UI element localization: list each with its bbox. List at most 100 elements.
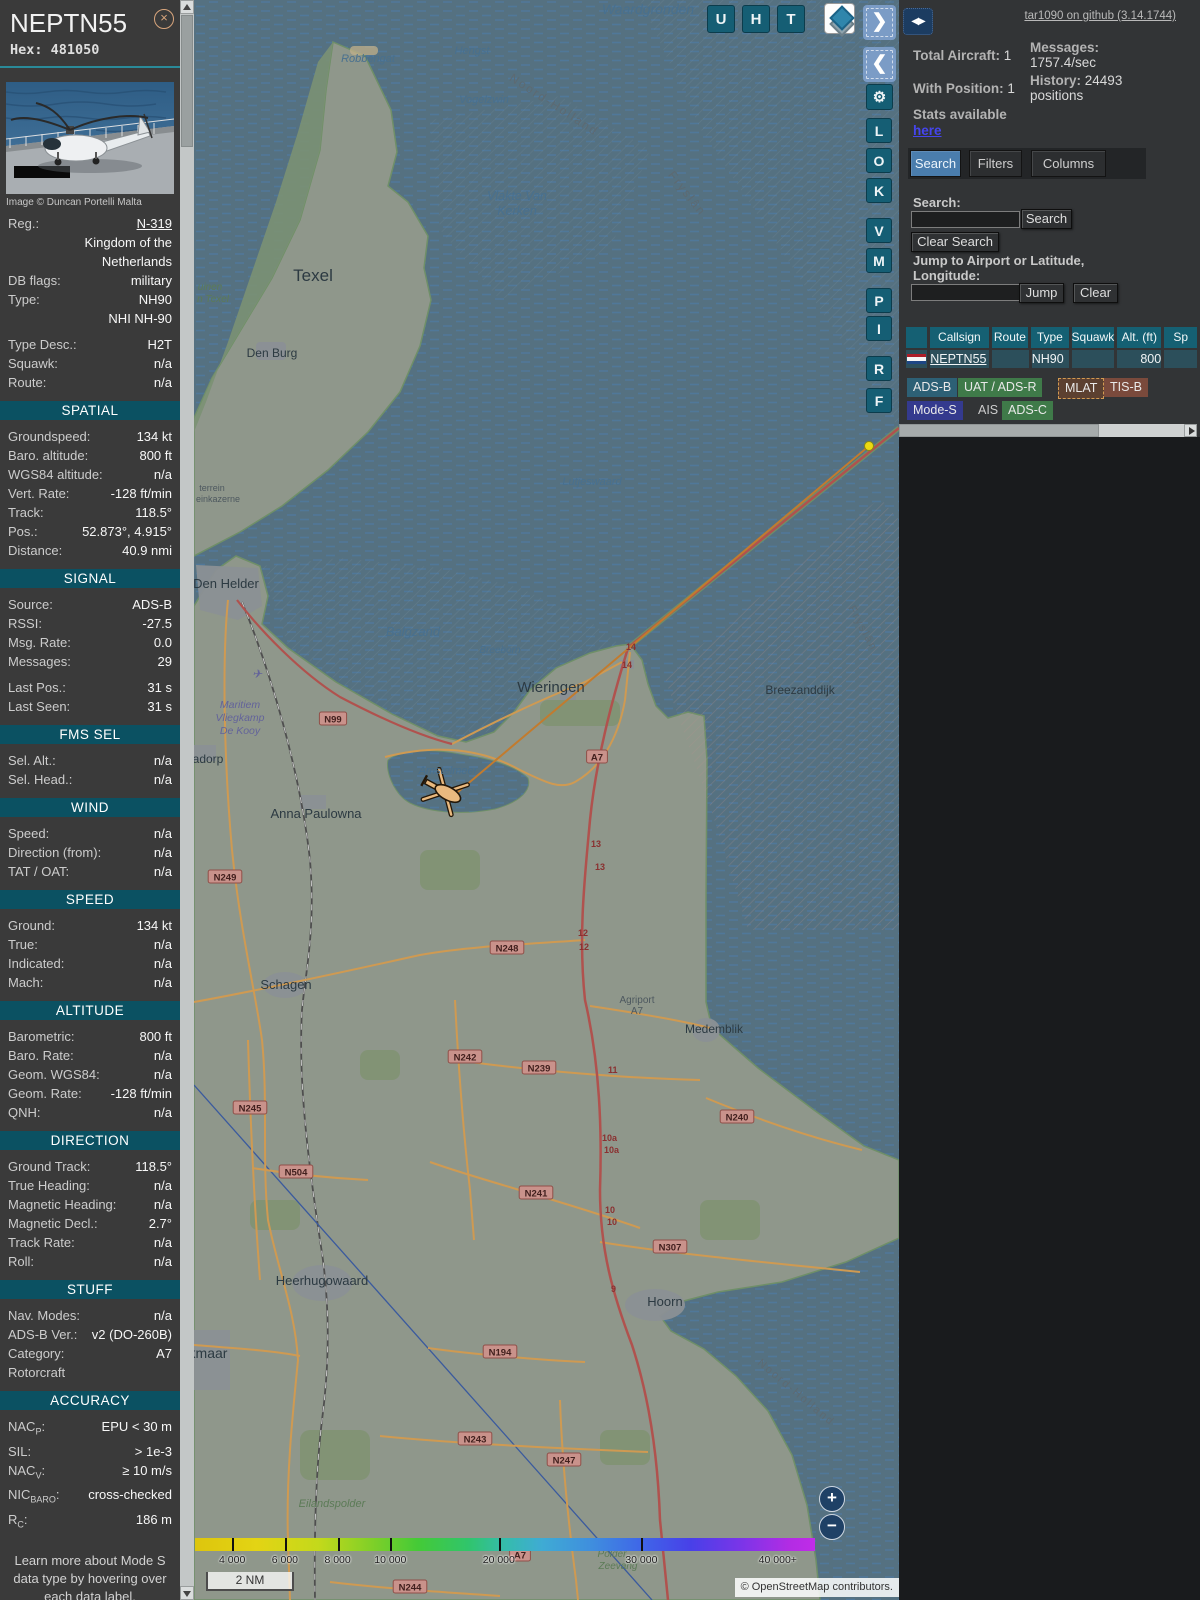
stats-here-link[interactable]: here <box>913 123 942 138</box>
info-label: DB flags: <box>8 271 61 290</box>
tab-columns[interactable]: Columns <box>1031 150 1106 177</box>
data-value: cross-checked <box>66 1485 172 1510</box>
column-header-Type[interactable]: Type <box>1031 327 1068 348</box>
data-value: n/a <box>96 1176 172 1195</box>
info-value: n/a <box>52 373 172 392</box>
map-label: Agriport <box>619 995 654 1006</box>
data-label: Sel. Alt.: <box>8 751 56 770</box>
scrollbar-thumb[interactable] <box>181 15 193 147</box>
search-input[interactable] <box>911 211 1020 228</box>
panel-horizontal-scrollbar[interactable] <box>899 424 1197 437</box>
osm-attribution[interactable]: © OpenStreetMap contributors. <box>735 1578 899 1597</box>
hotkey-button-p[interactable]: P <box>866 288 892 313</box>
hotkey-button-f[interactable]: F <box>866 388 892 413</box>
map-label: Schagen <box>260 977 311 992</box>
data-row: Direction (from):n/a <box>0 843 180 862</box>
total-aircraft-label: Total Aircraft: <box>913 48 1000 63</box>
data-value: n/a <box>44 935 172 954</box>
source-badge-tisb[interactable]: TIS-B <box>1104 378 1148 397</box>
road-badge-n240: N240 <box>726 1113 749 1124</box>
total-aircraft-stat: Total Aircraft: 1 <box>913 48 1011 63</box>
stats-available-label: Stats available <box>913 107 1007 122</box>
jump-button[interactable]: Jump <box>1019 283 1064 303</box>
data-row: Rotorcraft <box>0 1363 180 1382</box>
next-aircraft-button[interactable]: ❯ <box>863 5 896 40</box>
jump-clear-button[interactable]: Clear <box>1073 283 1118 303</box>
hotkey-button-l[interactable]: L <box>866 118 892 143</box>
source-badge-adsc[interactable]: ADS-C <box>1002 401 1053 420</box>
table-row[interactable]: NEPTN55NH90800 <box>906 350 1200 368</box>
sidebar-scrollbar[interactable] <box>180 0 194 1600</box>
road-badge-n243: N243 <box>464 1435 487 1446</box>
data-label: NICBARO: <box>8 1485 60 1510</box>
clear-search-button[interactable]: Clear Search <box>911 232 999 252</box>
data-value: n/a <box>55 824 172 843</box>
hotkey-button-i[interactable]: I <box>866 316 892 341</box>
data-row: NACP:EPU < 30 m <box>0 1417 180 1442</box>
column-header-Squawk[interactable]: Squawk <box>1072 327 1115 348</box>
hotkey-button-m[interactable]: M <box>866 248 892 273</box>
aircraft-photo[interactable] <box>6 82 174 194</box>
callsign-link[interactable]: NEPTN55 <box>930 352 986 366</box>
messages-label: Messages: <box>1030 40 1099 55</box>
data-value: 186 m <box>34 1510 172 1535</box>
column-header-Route[interactable]: Route <box>992 327 1028 348</box>
motorway-exit-label: 10a <box>604 1145 620 1155</box>
panel-collapse-button[interactable]: ◀▶ <box>903 8 933 35</box>
source-badge-mlat[interactable]: MLAT <box>1058 378 1104 399</box>
zoom-in-button[interactable]: + <box>819 1486 845 1512</box>
data-row: Mach:n/a <box>0 973 180 992</box>
data-label: Vert. Rate: <box>8 484 69 503</box>
column-header-flag[interactable] <box>906 327 927 348</box>
road-badge-a7: A7 <box>514 1551 526 1562</box>
previous-aircraft-button[interactable]: ❮ <box>863 47 896 82</box>
hotkey-button-r[interactable]: R <box>866 356 892 381</box>
column-header-Sp[interactable]: Sp <box>1164 327 1197 348</box>
settings-gear-button[interactable]: ⚙ <box>866 84 893 110</box>
github-version-link[interactable]: tar1090 on github (3.14.1744) <box>1024 10 1176 22</box>
hscroll-thumb[interactable] <box>899 424 1099 437</box>
panel-tabs: Search Filters Columns <box>908 148 1146 179</box>
hotkey-button-t[interactable]: T <box>777 5 805 33</box>
tab-filters[interactable]: Filters <box>969 150 1022 177</box>
registration-link[interactable]: N-319 <box>45 214 172 233</box>
data-label: Baro. altitude: <box>8 446 88 465</box>
data-value: n/a <box>109 465 172 484</box>
map-label: terrein <box>199 483 225 493</box>
tab-search[interactable]: Search <box>910 150 961 177</box>
column-header-Callsign[interactable]: Callsign <box>930 327 989 348</box>
data-value: 52.873°, 4.915° <box>44 522 172 541</box>
data-label: Nav. Modes: <box>8 1306 80 1325</box>
map-canvas[interactable]: N99A7N249N248N242N239N245N240N504N241N30… <box>194 0 899 1600</box>
close-icon[interactable]: × <box>154 9 174 29</box>
legend-tick <box>390 1538 392 1551</box>
column-header-Alt. (ft)[interactable]: Alt. (ft) <box>1117 327 1161 348</box>
data-row: Barometric:800 ft <box>0 1027 180 1046</box>
source-badge-uatadsr[interactable]: UAT / ADS-R <box>958 378 1042 397</box>
source-badge-ais[interactable]: AIS <box>972 401 1004 420</box>
layers-button[interactable] <box>824 3 855 34</box>
scroll-up-button[interactable] <box>180 0 194 14</box>
info-value: n/a <box>64 354 172 373</box>
zoom-out-button[interactable]: − <box>819 1514 845 1540</box>
data-label: Source: <box>8 595 53 614</box>
hotkey-button-k[interactable]: K <box>866 178 892 203</box>
motorway-exit-label: 14 <box>626 642 636 652</box>
altitude-legend-bar <box>195 1538 815 1551</box>
info-row: Reg.:N-319 <box>0 214 180 233</box>
search-button[interactable]: Search <box>1021 209 1072 229</box>
source-badge-adsb[interactable]: ADS-B <box>907 378 957 397</box>
data-label: Track Rate: <box>8 1233 75 1252</box>
history-label: History: <box>1030 73 1081 88</box>
data-row: Vert. Rate:-128 ft/min <box>0 484 180 503</box>
jump-input[interactable] <box>911 284 1020 301</box>
source-badge-modes[interactable]: Mode-S <box>907 401 963 420</box>
hotkey-button-v[interactable]: V <box>866 218 892 243</box>
hotkey-button-h[interactable]: H <box>742 5 770 33</box>
scroll-down-button[interactable] <box>180 1586 194 1600</box>
hotkey-button-u[interactable]: U <box>707 5 735 33</box>
hscroll-right-button[interactable] <box>1184 424 1197 437</box>
cell-callsign[interactable]: NEPTN55 <box>930 350 989 368</box>
data-row: ADS-B Ver.:v2 (DO-260B) <box>0 1325 180 1344</box>
hotkey-button-o[interactable]: O <box>866 148 892 173</box>
